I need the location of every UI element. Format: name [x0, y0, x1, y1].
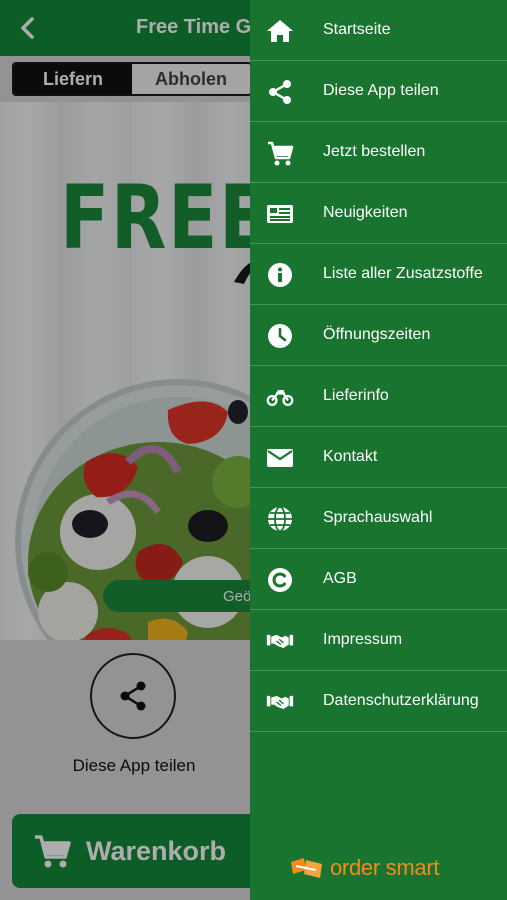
menu-item-share[interactable]: Diese App teilen [250, 61, 507, 122]
menu-item-delivery-info[interactable]: Lieferinfo [250, 366, 507, 427]
menu-item-label: Sprachauswahl [323, 509, 433, 526]
menu-item-imprint[interactable]: Impressum [250, 610, 507, 671]
cart-icon [266, 139, 294, 167]
menu-item-label: Diese App teilen [323, 82, 439, 99]
menu-item-label: Öffnungszeiten [323, 326, 431, 343]
menu-item-label: Datenschutzerklärung [323, 692, 479, 709]
menu-item-opening-hours[interactable]: Öffnungszeiten [250, 305, 507, 366]
globe-icon [266, 505, 294, 533]
handshake-icon [266, 627, 294, 655]
newspaper-icon [266, 200, 294, 228]
menu-item-label: Startseite [323, 21, 391, 38]
menu-item-additives[interactable]: Liste aller Zusatzstoffe [250, 244, 507, 305]
copyright-icon [266, 566, 294, 594]
menu-item-label: Neuigkeiten [323, 204, 408, 221]
home-icon [266, 17, 294, 45]
clock-icon [266, 322, 294, 350]
menu-item-order-now[interactable]: Jetzt bestellen [250, 122, 507, 183]
menu-item-label: Jetzt bestellen [323, 143, 426, 160]
info-icon [266, 261, 294, 289]
menu-item-terms[interactable]: AGB [250, 549, 507, 610]
menu-item-label: AGB [323, 570, 357, 587]
menu-item-home[interactable]: Startseite [250, 0, 507, 61]
brand-name: order smart [330, 855, 440, 880]
menu-item-label: Kontakt [323, 448, 378, 465]
navigation-drawer: Startseite Diese App teilen Jetzt bestel… [250, 0, 507, 900]
order-smart-logo-icon [291, 858, 322, 878]
menu-item-privacy[interactable]: Datenschutzerklärung [250, 671, 507, 732]
menu-item-label: Lieferinfo [323, 387, 389, 404]
order-smart-brand: order smart [290, 855, 439, 881]
menu-item-label: Impressum [323, 631, 403, 648]
handshake-icon [266, 688, 294, 716]
menu-item-news[interactable]: Neuigkeiten [250, 183, 507, 244]
share-icon [266, 78, 294, 106]
menu-item-contact[interactable]: Kontakt [250, 427, 507, 488]
menu-item-language[interactable]: Sprachauswahl [250, 488, 507, 549]
motorcycle-icon [266, 383, 294, 411]
menu-item-label: Liste aller Zusatzstoffe [323, 265, 483, 282]
envelope-icon [266, 444, 294, 472]
